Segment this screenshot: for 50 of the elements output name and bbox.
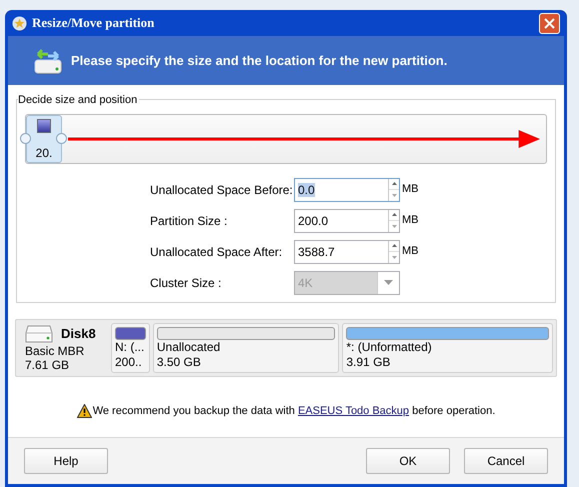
backup-link[interactable]: EASEUS Todo Backup xyxy=(298,405,410,417)
partition-label: Unallocated xyxy=(156,340,222,355)
dialog-button[interactable]: Cancel xyxy=(464,448,548,474)
handle-label: 20. xyxy=(36,147,52,159)
caret-icon xyxy=(384,280,393,285)
partition-block[interactable]: N: (... 200.. xyxy=(110,323,150,373)
close-icon xyxy=(544,18,555,28)
close-button[interactable] xyxy=(539,12,560,34)
disk-type: Basic MBR xyxy=(25,344,86,358)
warning-icon xyxy=(76,404,92,418)
window-title: Resize/Move partition xyxy=(32,14,156,32)
field-label: Unallocated Space After: xyxy=(150,244,284,260)
dialog-button[interactable]: Help xyxy=(24,448,108,474)
partition-swatch-icon xyxy=(37,119,51,133)
header-message: Please specify the size and the location for the new partition. xyxy=(71,52,448,70)
dialog-button[interactable]: OK xyxy=(366,448,450,474)
partition-handle[interactable]: 20. xyxy=(26,115,62,163)
backup-notice: We recommend you backup the data with EASEUS Todo Backup before operation. xyxy=(92,404,496,419)
number-input[interactable]: 200.0 xyxy=(294,208,400,232)
partition-block[interactable]: *: (Unformatted) 3.91 GB xyxy=(342,323,553,373)
star-icon xyxy=(12,16,27,30)
field-label: Cluster Size : xyxy=(150,274,222,292)
disk-size: 7.61 GB xyxy=(25,358,70,372)
partition-size: 200.. xyxy=(114,355,143,369)
spin-arrows-icon[interactable] xyxy=(388,210,399,232)
drive-arrows-icon xyxy=(34,48,62,74)
spin-arrows-icon[interactable] xyxy=(388,178,399,200)
disk-name: Disk8 xyxy=(61,325,96,344)
partition-block[interactable]: Unallocated 3.50 GB xyxy=(152,323,340,373)
dropdown-value: 4K xyxy=(297,274,314,292)
input-value: 0.0 xyxy=(298,182,315,196)
partition-size: 3.91 GB xyxy=(346,355,392,369)
disk-drive-icon xyxy=(25,324,53,344)
group-label: Decide size and position xyxy=(18,92,140,108)
input-value: 200.0 xyxy=(298,214,328,228)
number-input[interactable]: 0.0 xyxy=(294,178,400,202)
arrow-icon xyxy=(68,130,540,148)
partition-label: *: (Unformatted) xyxy=(346,340,433,355)
resize-grip-left[interactable] xyxy=(20,133,31,144)
partition-label: N: (... xyxy=(114,340,146,355)
field-label: Partition Size : xyxy=(150,212,228,230)
spin-arrows-icon[interactable] xyxy=(388,240,399,262)
field-label: Unallocated Space Before: xyxy=(150,182,294,198)
resize-grip-right[interactable] xyxy=(56,133,67,144)
unit-label: MB xyxy=(402,244,418,260)
partition-size: 3.50 GB xyxy=(156,355,202,369)
unit-label: MB xyxy=(402,182,418,198)
unit-label: MB xyxy=(402,213,418,228)
number-input[interactable]: 3588.7 xyxy=(294,240,400,264)
input-value: 3588.7 xyxy=(298,244,335,258)
